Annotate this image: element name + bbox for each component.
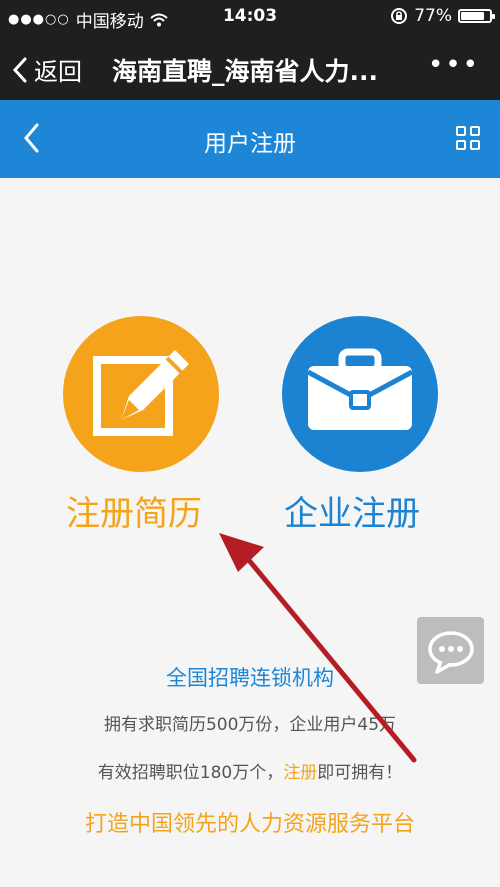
promo-line-2-suffix: 即可拥有！ <box>317 763 403 783</box>
main-content: 注册简历 企业注册 全国招聘连锁机构 拥有求职简历500万份，企业用户45万 有… <box>0 178 500 887</box>
resume-register-button[interactable] <box>63 316 219 472</box>
wechat-title-bar: 返回 海南直聘_海南省人力... ••• <box>0 34 500 100</box>
battery-percent: 77% <box>414 6 452 26</box>
company-register-button[interactable] <box>282 316 438 472</box>
rotation-lock-icon <box>391 8 408 24</box>
edit-icon <box>93 350 189 436</box>
more-icon[interactable]: ••• <box>428 50 480 80</box>
promo-line-2-prefix: 有效招聘职位180万个， <box>97 763 284 783</box>
promo-line-1: 拥有求职简历500万份，企业用户45万 <box>103 715 397 735</box>
status-bar: ●●●○○ 中国移动 14:03 77% <box>0 0 500 34</box>
back-button[interactable]: 返回 <box>12 52 82 87</box>
resume-register-label[interactable]: 注册简历 <box>66 486 202 535</box>
app-header: 用户注册 <box>0 100 500 178</box>
company-register-label[interactable]: 企业注册 <box>284 486 420 535</box>
promo-line-2: 有效招聘职位180万个，注册即可拥有！ <box>0 758 500 783</box>
back-label: 返回 <box>34 58 82 86</box>
app-title: 用户注册 <box>204 131 296 157</box>
register-link[interactable]: 注册 <box>283 763 317 783</box>
page-title: 海南直聘_海南省人力... <box>112 57 378 86</box>
briefcase-icon <box>306 348 414 430</box>
grid-menu-icon[interactable] <box>456 126 480 150</box>
chevron-left-icon <box>12 57 27 82</box>
promo-headline: 全国招聘连锁机构 <box>166 666 334 690</box>
promo-slogan: 打造中国领先的人力资源服务平台 <box>84 812 415 837</box>
battery-icon <box>458 9 495 23</box>
